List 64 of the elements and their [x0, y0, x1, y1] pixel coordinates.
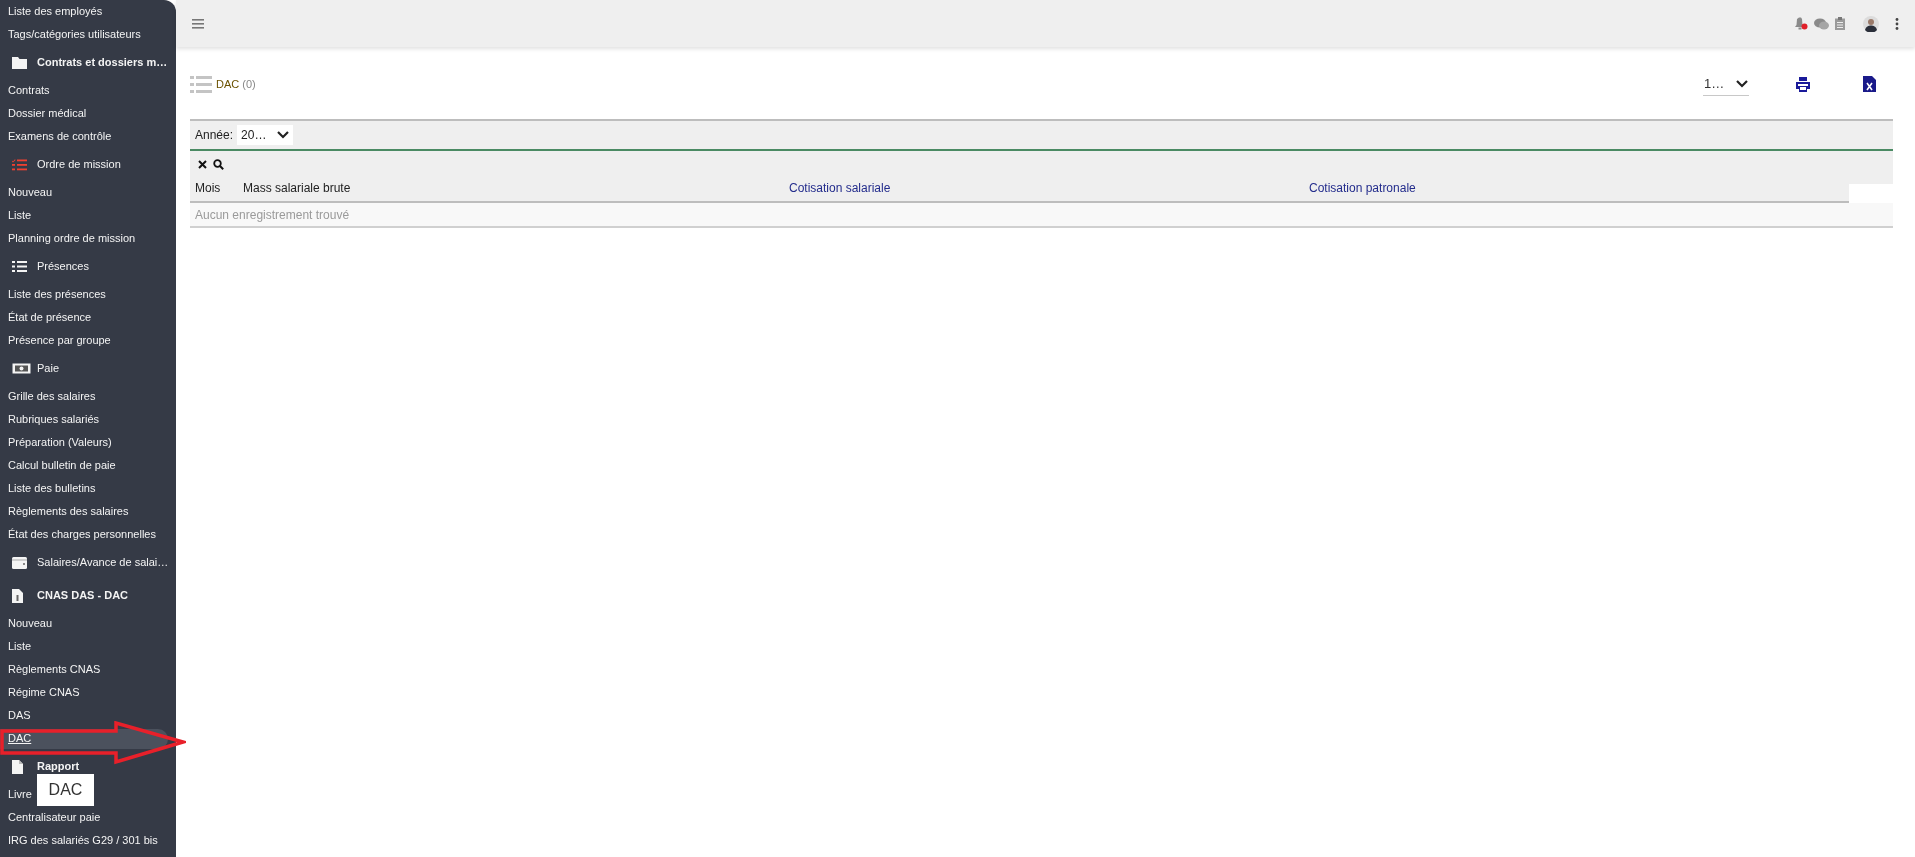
record-count: (0) [242, 76, 256, 92]
column-header[interactable]: Cotisation patronale [1304, 175, 1849, 201]
sidebar-item[interactable]: Contrats [0, 80, 50, 101]
more-options-icon[interactable] [1895, 17, 1899, 30]
sidebar-section-title[interactable]: Salaires/Avance de salai… [37, 554, 169, 571]
sidebar-item[interactable]: Règlements CNAS [0, 659, 101, 680]
sidebar-item[interactable]: Régime CNAS [0, 682, 80, 703]
menu-icon[interactable] [192, 18, 204, 29]
column-header: Mois [194, 180, 222, 197]
sidebar-item[interactable]: Préparation (Valeurs) [0, 432, 112, 453]
page-title: DAC [216, 76, 240, 92]
avatar[interactable] [1863, 15, 1879, 32]
sidebar-item[interactable]: État de présence [0, 307, 92, 328]
empty-message: Aucun enregistrement trouvé [195, 206, 350, 224]
folder-icon [12, 56, 27, 69]
sidebar-item[interactable]: Tags/catégories utilisateurs [0, 24, 141, 45]
close-icon[interactable] [198, 159, 207, 169]
bell-icon[interactable] [1794, 17, 1808, 30]
page-size-select[interactable]: 1… [1703, 72, 1749, 96]
list-icon [12, 261, 27, 272]
sidebar-item[interactable]: Liste des présences [0, 284, 106, 305]
chevron-down-icon [277, 131, 290, 139]
sidebar-section-title[interactable]: Paie [37, 360, 60, 377]
sidebar-item[interactable]: Liste [0, 205, 32, 226]
sidebar-section-title[interactable]: Ordre de mission [37, 156, 121, 173]
banknote-icon [12, 363, 31, 374]
wallet-icon [12, 556, 27, 569]
chat-icon[interactable] [1814, 17, 1829, 30]
sidebar-item[interactable]: Grille des salaires [0, 386, 96, 407]
sidebar-item[interactable]: Liste des bulletins [0, 478, 96, 499]
sidebar-item[interactable]: Centralisateur paie [0, 807, 101, 828]
year-label: Année: [195, 127, 234, 144]
tooltip: DAC [37, 774, 94, 806]
sidebar-item[interactable]: Examens de contrôle [0, 126, 112, 147]
sidebar-item[interactable]: Nouveau [0, 182, 53, 203]
document-icon [12, 759, 23, 774]
sidebar-section-title[interactable]: Contrats et dossiers m… [37, 54, 168, 71]
sidebar-item[interactable]: Rubriques salariés [0, 409, 100, 430]
sidebar-section-title[interactable]: Présences [37, 258, 89, 275]
sidebar-item[interactable]: DAS [0, 705, 31, 726]
year-select[interactable]: 20… [237, 125, 294, 145]
sidebar-item[interactable]: Liste [0, 636, 32, 657]
sidebar-item[interactable]: Liste des employés [0, 1, 103, 22]
sidebar-item[interactable]: Livre [0, 784, 32, 805]
sidebar-item[interactable]: Règlements des salaires [0, 501, 129, 522]
sidebar-item[interactable]: Présence par groupe [0, 330, 111, 351]
clipboard-icon[interactable] [1835, 17, 1845, 30]
sidebar-section-title[interactable]: CNAS DAS - DAC [37, 587, 129, 604]
checklist-icon [12, 158, 27, 171]
column-header[interactable]: Cotisation salariale [784, 175, 1304, 201]
print-icon[interactable] [1795, 76, 1811, 92]
sidebar-item[interactable]: Nouveau [0, 613, 53, 634]
sidebar-section-title[interactable]: Rapport [37, 758, 80, 775]
sidebar-item[interactable]: IRG des salariés G29 / 301 bis [0, 830, 158, 851]
document-icon [12, 588, 23, 603]
excel-file-icon[interactable] [1863, 76, 1876, 92]
sidebar-item[interactable]: Dossier médical [0, 103, 87, 124]
sidebar-item[interactable]: État des charges personnelles [0, 524, 156, 545]
search-icon[interactable] [213, 158, 224, 170]
list-icon [190, 75, 212, 93]
column-header: Mass salariale brute [242, 180, 352, 197]
chevron-down-icon [1736, 79, 1748, 88]
sidebar-item[interactable]: Planning ordre de mission [0, 228, 136, 249]
sidebar-item[interactable]: Calcul bulletin de paie [0, 455, 116, 476]
